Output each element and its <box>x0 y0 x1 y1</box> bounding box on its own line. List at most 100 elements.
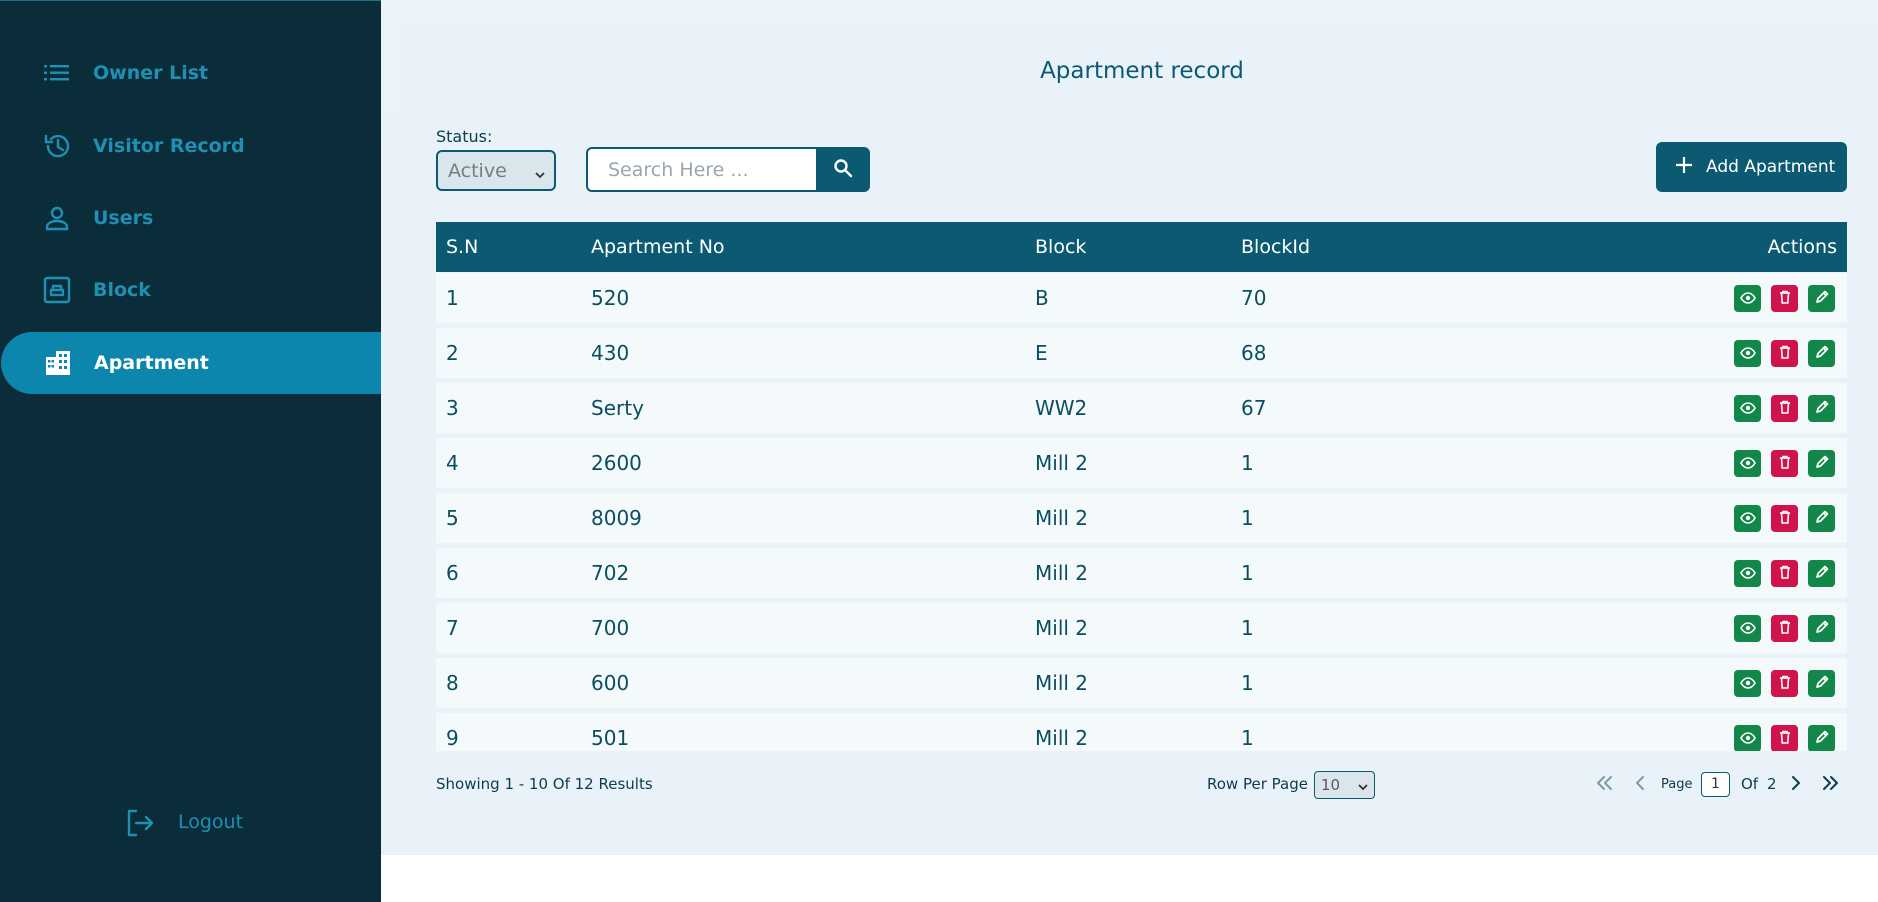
view-button[interactable] <box>1734 395 1761 422</box>
delete-button[interactable] <box>1771 285 1798 312</box>
delete-button[interactable] <box>1771 505 1798 532</box>
delete-button[interactable] <box>1771 395 1798 422</box>
edit-button[interactable] <box>1808 725 1835 751</box>
eye-icon <box>1739 289 1756 308</box>
cell-apartment-no: 501 <box>591 726 630 750</box>
table-row: 7 700 Mill 2 1 <box>436 603 1847 653</box>
cell-block-id: 1 <box>1241 451 1254 475</box>
search-input[interactable] <box>586 147 818 192</box>
rows-per-page-value: 10 <box>1321 776 1341 794</box>
edit-button[interactable] <box>1808 505 1835 532</box>
view-button[interactable] <box>1734 285 1761 312</box>
eye-icon <box>1739 564 1756 583</box>
pencil-icon <box>1815 289 1829 308</box>
delete-button[interactable] <box>1771 450 1798 477</box>
prev-page-button[interactable] <box>1627 772 1653 798</box>
header-block-id: BlockId <box>1241 236 1311 258</box>
sidebar-item-label: Apartment <box>94 352 209 374</box>
cell-apartment-no: 702 <box>591 561 630 585</box>
eye-icon <box>1739 729 1756 748</box>
edit-button[interactable] <box>1808 395 1835 422</box>
search-button[interactable] <box>816 147 870 192</box>
sidebar-item-owner-list[interactable]: Owner List <box>0 42 381 104</box>
edit-button[interactable] <box>1808 450 1835 477</box>
rows-per-page-select[interactable]: 10 <box>1314 771 1375 799</box>
chevron-left-icon <box>1633 775 1647 795</box>
cell-block-id: 1 <box>1241 616 1254 640</box>
plus-icon <box>1674 154 1694 180</box>
header-sn: S.N <box>446 236 479 258</box>
logout-button[interactable]: Logout <box>120 801 280 845</box>
cell-apartment-no: 700 <box>591 616 630 640</box>
sidebar-item-label: Block <box>93 279 151 301</box>
edit-button[interactable] <box>1808 670 1835 697</box>
delete-button[interactable] <box>1771 670 1798 697</box>
trash-icon <box>1779 399 1791 418</box>
view-button[interactable] <box>1734 725 1761 751</box>
cell-block-id: 1 <box>1241 726 1254 750</box>
sidebar: Owner List Visitor Record Users Block Ap… <box>0 0 381 902</box>
edit-button[interactable] <box>1808 285 1835 312</box>
header-apartment-no: Apartment No <box>591 236 725 258</box>
cell-block: Mill 2 <box>1035 561 1089 585</box>
trash-icon <box>1779 454 1791 473</box>
table-row: 2 430 E 68 <box>436 328 1847 378</box>
pencil-icon <box>1815 674 1829 693</box>
logout-label: Logout <box>178 811 244 833</box>
view-button[interactable] <box>1734 615 1761 642</box>
trash-icon <box>1779 729 1791 748</box>
first-page-button[interactable] <box>1592 772 1618 798</box>
cell-block: Mill 2 <box>1035 451 1089 475</box>
delete-button[interactable] <box>1771 560 1798 587</box>
add-apartment-button[interactable]: Add Apartment <box>1656 142 1847 192</box>
view-button[interactable] <box>1734 560 1761 587</box>
cell-sn: 1 <box>446 286 459 310</box>
table-row: 6 702 Mill 2 1 <box>436 548 1847 598</box>
trash-icon <box>1779 674 1791 693</box>
view-button[interactable] <box>1734 505 1761 532</box>
view-button[interactable] <box>1734 450 1761 477</box>
block-icon <box>42 275 72 305</box>
eye-icon <box>1739 509 1756 528</box>
status-value: Active <box>448 159 507 182</box>
header-actions: Actions <box>1767 236 1837 258</box>
delete-button[interactable] <box>1771 340 1798 367</box>
view-button[interactable] <box>1734 670 1761 697</box>
edit-button[interactable] <box>1808 560 1835 587</box>
search-icon <box>833 158 853 182</box>
sidebar-item-users[interactable]: Users <box>0 187 381 249</box>
cell-block-id: 67 <box>1241 396 1267 420</box>
next-page-button[interactable] <box>1783 772 1809 798</box>
sidebar-item-apartment[interactable]: Apartment <box>1 332 381 394</box>
cell-apartment-no: 2600 <box>591 451 642 475</box>
delete-button[interactable] <box>1771 615 1798 642</box>
trash-icon <box>1779 564 1791 583</box>
eye-icon <box>1739 454 1756 473</box>
cell-apartment-no: 520 <box>591 286 630 310</box>
cell-block-id: 1 <box>1241 506 1254 530</box>
results-summary: Showing 1 - 10 Of 12 Results <box>436 775 653 793</box>
edit-button[interactable] <box>1808 340 1835 367</box>
cell-apartment-no: 8009 <box>591 506 642 530</box>
current-page-input[interactable]: 1 <box>1701 772 1730 797</box>
sidebar-item-visitor-record[interactable]: Visitor Record <box>0 115 381 177</box>
cell-sn: 2 <box>446 341 459 365</box>
cell-block-id: 1 <box>1241 561 1254 585</box>
edit-button[interactable] <box>1808 615 1835 642</box>
double-chevron-left-icon <box>1594 775 1616 795</box>
cell-block: B <box>1035 286 1049 310</box>
view-button[interactable] <box>1734 340 1761 367</box>
trash-icon <box>1779 344 1791 363</box>
delete-button[interactable] <box>1771 725 1798 751</box>
sidebar-item-label: Users <box>93 207 154 229</box>
of-label: Of <box>1741 775 1759 793</box>
cell-sn: 3 <box>446 396 459 420</box>
sidebar-item-block[interactable]: Block <box>0 259 381 321</box>
last-page-button[interactable] <box>1817 772 1843 798</box>
header-block: Block <box>1035 236 1087 258</box>
status-select[interactable]: Active <box>436 150 556 191</box>
chevron-down-icon <box>1357 779 1369 797</box>
table-row: 5 8009 Mill 2 1 <box>436 493 1847 543</box>
pencil-icon <box>1815 454 1829 473</box>
eye-icon <box>1739 619 1756 638</box>
